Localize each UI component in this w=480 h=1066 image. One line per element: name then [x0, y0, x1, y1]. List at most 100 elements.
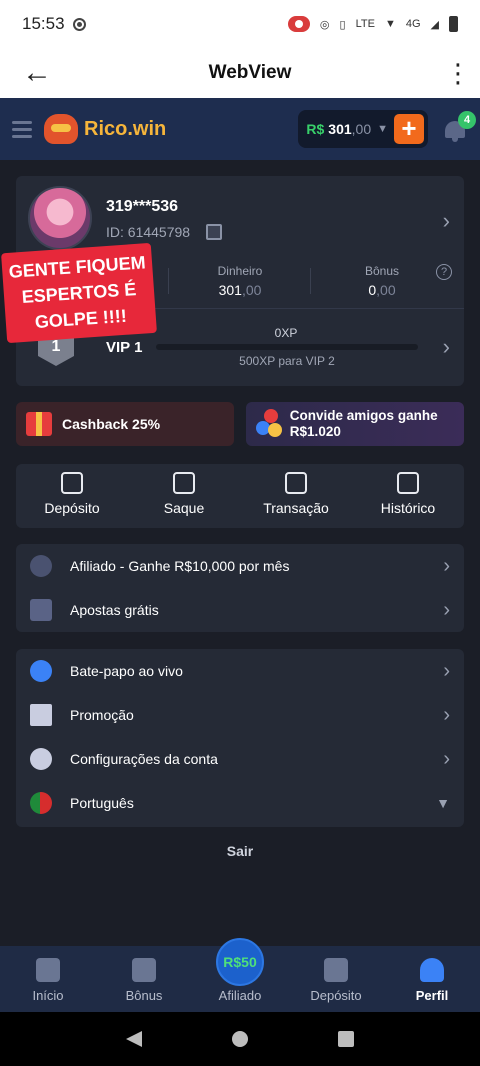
menu-item-label: Apostas grátis: [70, 602, 159, 618]
xp-value: 0XP: [274, 326, 298, 340]
logo-text: Rico.win: [84, 117, 167, 140]
menu-group-affiliate: Afiliado - Ganhe R$10,000 por mês › Apos…: [16, 544, 464, 632]
hamburger-menu-icon[interactable]: [12, 117, 32, 142]
quick-actions: Depósito Saque Transação Histórico: [16, 464, 464, 528]
deposit-plus-button[interactable]: +: [394, 114, 424, 144]
system-back-icon[interactable]: [126, 1031, 142, 1047]
vibrate-icon: ▯: [339, 18, 346, 31]
system-nav-bar: [0, 1012, 480, 1066]
menu-item-language[interactable]: Português ▼: [16, 781, 464, 825]
tab-deposit-label: Depósito: [310, 988, 362, 1003]
stat-money: Dinheiro 301,00: [180, 264, 300, 298]
coins-icon: [256, 409, 282, 439]
stat-money-label: Dinheiro: [217, 264, 263, 278]
divider: [310, 268, 311, 294]
action-withdraw[interactable]: Saque: [128, 464, 240, 528]
menu-item-free-bets[interactable]: Apostas grátis ›: [16, 588, 464, 632]
action-transaction-label: Transação: [263, 500, 329, 516]
vip-chevron-right-icon[interactable]: ›: [443, 334, 450, 360]
headset-icon: [30, 660, 52, 682]
network-type: 4G: [405, 18, 421, 30]
lte-icon: LTE: [355, 18, 375, 30]
xp-next-level: 500XP para VIP 2: [239, 354, 335, 368]
stat-money-decimals: ,00: [241, 282, 262, 298]
menu-item-label: Bate-papo ao vivo: [70, 663, 183, 679]
vip-label: VIP 1: [106, 339, 143, 356]
menu-item-account-settings[interactable]: Configurações da conta ›: [16, 737, 464, 781]
tab-home[interactable]: Início: [0, 946, 96, 1012]
history-icon: [397, 472, 419, 494]
menu-group-settings: Bate-papo ao vivo › Promoção › Configura…: [16, 649, 464, 827]
copy-icon[interactable]: [206, 224, 222, 240]
invite-banner[interactable]: Convide amigos ganhe R$1.020: [246, 402, 464, 446]
site-header: Rico.win R$ 301 ,00 ▼ + 4: [0, 98, 480, 160]
battery-icon: [449, 16, 458, 32]
camera-in-use-icon: [287, 16, 310, 32]
action-deposit-label: Depósito: [44, 500, 100, 516]
app-title: WebView: [208, 62, 292, 83]
action-deposit[interactable]: Depósito: [16, 464, 128, 528]
cashback-label: Cashback 25%: [62, 416, 161, 432]
logout-button[interactable]: Sair: [0, 843, 480, 859]
tab-profile[interactable]: Perfil: [384, 946, 480, 1012]
system-recents-icon[interactable]: [338, 1031, 354, 1047]
more-vert-icon[interactable]: ⋮: [436, 60, 480, 86]
warning-sticker: GENTE FIQUEM ESPERTOS É GOLPE !!!!: [1, 242, 157, 344]
logo[interactable]: Rico.win: [44, 114, 166, 144]
menu-item-label: Promoção: [70, 707, 134, 723]
menu-item-affiliate[interactable]: Afiliado - Ganhe R$10,000 por mês ›: [16, 544, 464, 588]
system-home-icon[interactable]: [232, 1031, 248, 1047]
tab-deposit[interactable]: Depósito: [288, 946, 384, 1012]
action-transaction[interactable]: Transação: [240, 464, 352, 528]
free-star-icon: [30, 599, 52, 621]
user-icon: [420, 958, 444, 982]
tab-bonus[interactable]: Bônus: [96, 946, 192, 1012]
menu-item-promotion[interactable]: Promoção ›: [16, 693, 464, 737]
chevron-right-icon: ›: [443, 747, 450, 770]
balance-selector[interactable]: R$ 301 ,00 ▼ +: [298, 110, 428, 148]
bell-icon[interactable]: 4: [442, 111, 476, 143]
balance-currency: R$: [306, 121, 325, 137]
signal-icon: ◢: [430, 18, 439, 31]
tab-profile-label: Perfil: [415, 988, 449, 1003]
chevron-down-icon: ▼: [377, 123, 388, 135]
chevron-down-icon: ▼: [436, 795, 450, 811]
app-bar: ← WebView ⋮: [0, 48, 480, 98]
chevron-right-icon: ›: [443, 703, 450, 726]
tab-affiliate-label: Afiliado: [218, 988, 262, 1003]
transaction-icon: [285, 472, 307, 494]
record-icon: [72, 17, 86, 31]
party-icon: [30, 704, 52, 726]
home-icon: [36, 958, 60, 982]
menu-item-live-chat[interactable]: Bate-papo ao vivo ›: [16, 649, 464, 693]
avatar[interactable]: [28, 186, 92, 250]
profile-chevron-right-icon[interactable]: ›: [443, 208, 450, 234]
stat-bonus-label: Bônus: [364, 264, 400, 278]
location-icon: ◎: [319, 18, 330, 31]
menu-item-label: Português: [70, 795, 134, 811]
share-icon: [30, 555, 52, 577]
affiliate-reward-button[interactable]: R$50: [216, 938, 264, 986]
chevron-right-icon: ›: [443, 659, 450, 682]
tab-bonus-label: Bônus: [125, 988, 163, 1003]
status-time: 15:53: [22, 14, 65, 33]
stat-bonus: Bônus 0,00: [322, 264, 442, 298]
cashback-banner[interactable]: Cashback 25%: [16, 402, 234, 446]
wifi-icon: ▼: [384, 18, 396, 30]
help-icon[interactable]: ?: [436, 264, 452, 280]
piggy-bank-icon: [61, 472, 83, 494]
divider: [168, 268, 169, 294]
xp-progress-bar: [156, 344, 418, 350]
chevron-right-icon: ›: [443, 554, 450, 577]
arrow-left-icon[interactable]: ←: [0, 56, 74, 90]
action-history[interactable]: Histórico: [352, 464, 464, 528]
portugal-flag-icon: [30, 792, 52, 814]
invite-label: Convide amigos ganhe R$1.020: [289, 407, 438, 439]
pig-logo-icon: [44, 114, 78, 144]
stat-money-value: 301: [218, 282, 242, 298]
action-withdraw-label: Saque: [163, 500, 205, 516]
withdraw-icon: [173, 472, 195, 494]
gear-icon: [30, 748, 52, 770]
status-bar: 15:53 ◎ ▯ LTE ▼ 4G ◢: [0, 0, 480, 48]
balance-cents: ,00: [351, 121, 372, 137]
